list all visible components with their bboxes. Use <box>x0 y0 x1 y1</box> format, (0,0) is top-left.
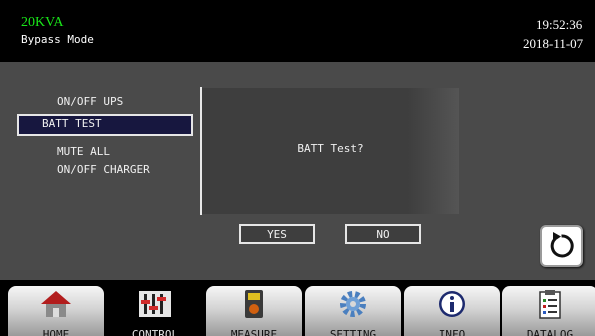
control-panel: ON/OFF UPS BATT TEST MUTE ALL ON/OFF CHA… <box>0 62 595 280</box>
tab-label: HOME <box>42 328 70 336</box>
tab-label: CONTROL <box>131 328 179 336</box>
tab-measure[interactable]: MEASURE <box>206 286 302 336</box>
tab-label: INFO <box>438 328 466 336</box>
bottom-nav: HOME CONTROL MEASURE SETTING INFO DATALO… <box>0 280 595 336</box>
refresh-icon <box>550 232 574 258</box>
tab-setting[interactable]: SETTING <box>305 286 401 336</box>
back-button[interactable] <box>540 225 583 267</box>
confirm-dialog: BATT Test? <box>202 88 459 214</box>
no-button[interactable]: NO <box>345 224 421 244</box>
operating-mode: Bypass Mode <box>21 33 94 46</box>
tab-label: DATALOG <box>526 328 574 336</box>
tab-home[interactable]: HOME <box>8 286 104 336</box>
tab-control[interactable]: CONTROL <box>107 286 203 336</box>
tab-label: SETTING <box>329 328 377 336</box>
tab-label: MEASURE <box>230 328 278 336</box>
meter-icon <box>245 290 263 318</box>
clipboard-icon <box>539 290 561 319</box>
home-icon <box>41 291 71 317</box>
info-icon <box>439 291 465 317</box>
menu-item-on-off-charger[interactable]: ON/OFF CHARGER <box>57 163 150 176</box>
clock-date: 2018-11-07 <box>523 36 584 51</box>
menu-item-batt-test[interactable]: BATT TEST <box>17 114 193 136</box>
gear-icon <box>340 291 366 317</box>
sliders-icon <box>139 291 171 317</box>
clock-time: 19:52:36 <box>536 17 583 32</box>
tab-datalog[interactable]: DATALOG <box>502 286 595 336</box>
status-header: 20KVA Bypass Mode 19:52:36 2018-11-07 <box>0 0 595 62</box>
yes-button[interactable]: YES <box>239 224 315 244</box>
model-rating: 20KVA <box>21 15 64 30</box>
menu-item-on-off-ups[interactable]: ON/OFF UPS <box>57 95 123 108</box>
menu-item-mute-all[interactable]: MUTE ALL <box>57 145 110 158</box>
dialog-prompt: BATT Test? <box>297 142 364 155</box>
tab-info[interactable]: INFO <box>404 286 500 336</box>
